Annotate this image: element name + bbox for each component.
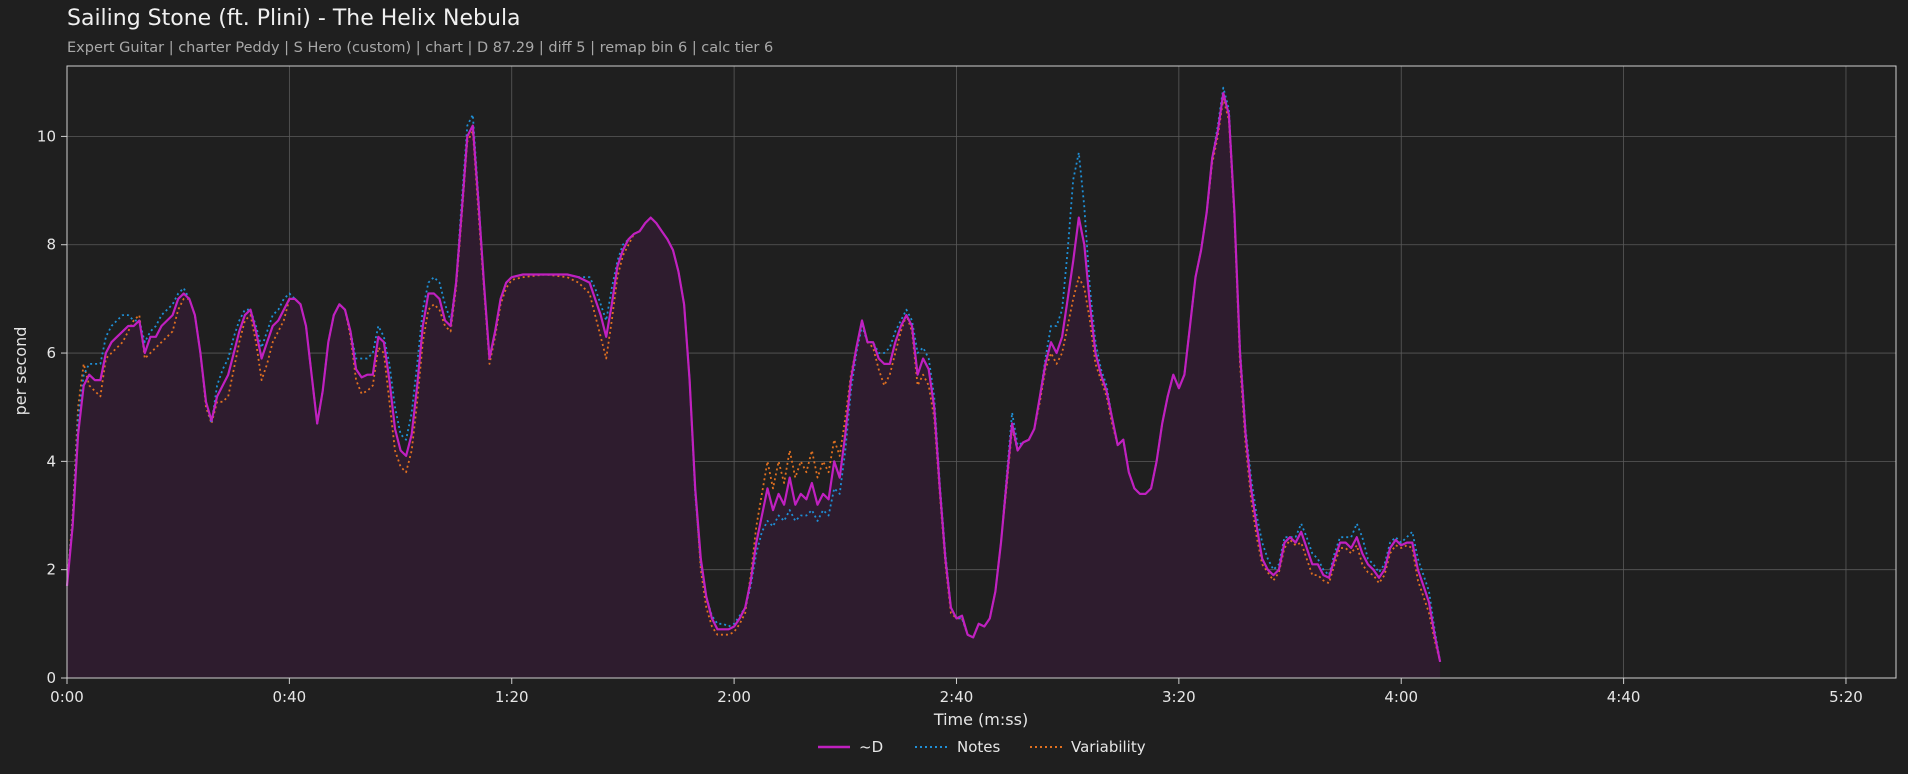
legend-label: ~D [859, 738, 883, 756]
x-tick-label: 4:40 [1607, 688, 1641, 706]
y-axis-label: per second [11, 327, 30, 416]
area-layer [67, 93, 1441, 679]
y-tick-label: 0 [46, 669, 56, 687]
y-tick-label: 6 [46, 344, 56, 362]
x-axis-label: Time (m:ss) [933, 710, 1028, 729]
x-tick-label: 2:00 [717, 688, 751, 706]
x-tick-label: 2:40 [940, 688, 974, 706]
legend-label: Variability [1071, 738, 1146, 756]
legend-label: Notes [957, 738, 1001, 756]
x-tick-label: 1:20 [495, 688, 529, 706]
x-tick-label: 5:20 [1829, 688, 1863, 706]
x-tick-label: 4:00 [1384, 688, 1418, 706]
x-tick-label: 0:40 [273, 688, 307, 706]
y-tick-label: 4 [46, 452, 56, 470]
y-tick-label: 8 [46, 236, 56, 254]
chart-plot: 0:00 0:40 1:20 2:00 2:40 3:20 4:00 4:40 5:20 0 2 4 6… [11, 65, 1897, 756]
legend: ~D Notes Variability [818, 738, 1146, 756]
y-tick-label: 10 [37, 127, 56, 145]
x-tick-label: 0:00 [50, 688, 84, 706]
series-area-fill [67, 93, 1441, 679]
x-tick-label: 3:20 [1162, 688, 1196, 706]
y-tick-label: 2 [46, 561, 56, 579]
